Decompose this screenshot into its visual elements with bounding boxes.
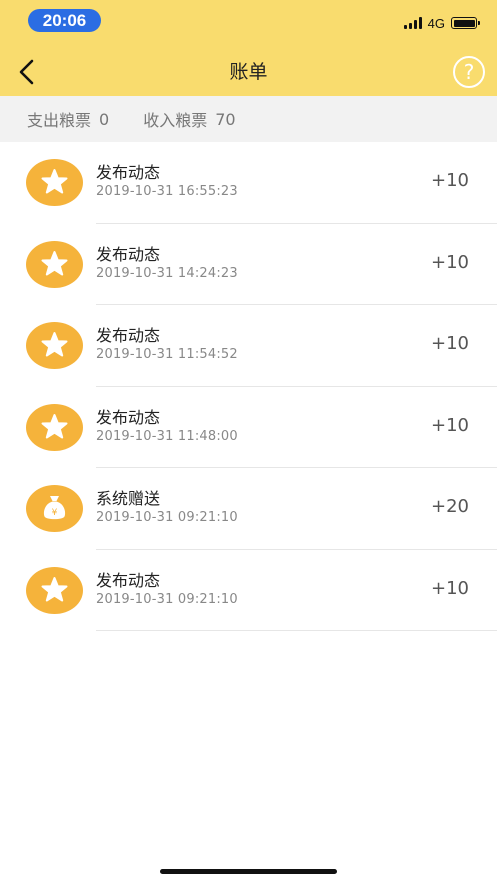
transaction-title: 发布动态 xyxy=(96,244,161,264)
help-button[interactable]: ? xyxy=(453,56,485,88)
expense-label: 支出粮票 xyxy=(27,111,92,130)
transaction-time: 2019-10-31 09:21:10 xyxy=(96,591,238,607)
transaction-row[interactable]: 发布动态 2019-10-31 09:21:10 +10 xyxy=(0,550,497,632)
help-icon: ? xyxy=(463,60,475,84)
transaction-amount: +20 xyxy=(431,496,469,517)
status-time: 20:06 xyxy=(28,9,101,32)
transaction-time: 2019-10-31 14:24:23 xyxy=(96,265,238,281)
transaction-time: 2019-10-31 16:55:23 xyxy=(96,184,238,199)
income-label: 收入粮票 xyxy=(143,111,208,130)
transaction-title: 系统赠送 xyxy=(96,489,161,508)
transaction-amount: +10 xyxy=(431,251,469,273)
transaction-amount: +10 xyxy=(431,333,469,354)
transaction-amount: +10 xyxy=(431,577,469,599)
page-title: 账单 xyxy=(229,61,268,83)
network-type: 4G xyxy=(427,15,445,31)
battery-icon xyxy=(451,17,480,29)
star-icon xyxy=(26,240,83,288)
transaction-time: 2019-10-31 11:54:52 xyxy=(96,347,238,362)
transaction-amount: +10 xyxy=(431,170,469,191)
svg-text:¥: ¥ xyxy=(52,508,58,518)
star-icon xyxy=(26,322,83,369)
transaction-title: 发布动态 xyxy=(96,163,161,182)
transaction-time: 2019-10-31 11:48:00 xyxy=(96,428,238,444)
home-indicator[interactable] xyxy=(160,869,337,874)
star-icon xyxy=(26,159,83,206)
transaction-row[interactable]: 发布动态 2019-10-31 16:55:23 +10 xyxy=(0,142,497,224)
money-bag-icon: ¥ xyxy=(26,485,83,532)
transaction-title: 发布动态 xyxy=(96,570,161,590)
status-indicators: 4G xyxy=(403,14,480,32)
star-icon xyxy=(26,403,83,451)
transaction-time: 2019-10-31 09:21:10 xyxy=(96,510,238,525)
income-value: 70 xyxy=(215,109,236,129)
transaction-title: 发布动态 xyxy=(96,326,161,345)
star-icon xyxy=(26,566,83,614)
transaction-amount: +10 xyxy=(431,414,469,436)
balance-summary: 支出粮票 0 收入粮票 70 xyxy=(0,96,497,142)
signal-icon xyxy=(403,17,422,29)
transaction-row[interactable]: 发布动态 2019-10-31 11:54:52 +10 xyxy=(0,305,497,387)
expense-value: 0 xyxy=(99,109,110,129)
header: 20:06 4G 账单 ? xyxy=(0,0,497,96)
transaction-row[interactable]: ¥ 系统赠送 2019-10-31 09:21:10 +20 xyxy=(0,468,497,550)
transaction-title: 发布动态 xyxy=(96,407,161,427)
transaction-row[interactable]: 发布动态 2019-10-31 11:48:00 +10 xyxy=(0,387,497,469)
transaction-row[interactable]: 发布动态 2019-10-31 14:24:23 +10 xyxy=(0,224,497,306)
transaction-list: 发布动态 2019-10-31 16:55:23 +10 发布动态 2019-1… xyxy=(0,142,497,631)
